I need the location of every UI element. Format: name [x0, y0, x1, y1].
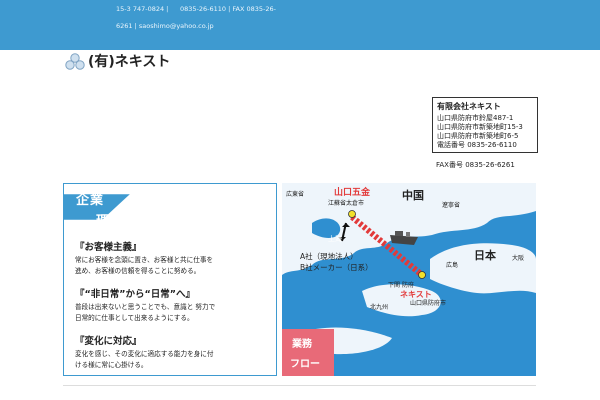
map-pin-icon [418, 271, 426, 279]
principle-heading-2: 『“非日常”から“日常”へ』 [75, 289, 195, 300]
contact-address: 15-3 747-0824 | [116, 5, 169, 13]
fax-number: FAX番号 0835-26-6261 [436, 161, 515, 169]
map-pin-icon [348, 210, 356, 218]
flow-label-1: 業務 [291, 337, 313, 350]
circles-logo-icon[interactable] [64, 53, 86, 75]
label-shanghai: 上海 [328, 234, 342, 243]
company-name: 有限会社ネキスト [437, 102, 501, 111]
principle-body-1a: 常にお客様を念頭に置き、お客様と共に仕事を [75, 256, 214, 264]
label-liaoning: 遼寧省 [442, 201, 460, 209]
label-hofu-city: 山口県防府市 [410, 299, 446, 307]
label-china: 中国 [402, 188, 424, 202]
principle-heading-3: 『変化に対応』 [75, 336, 142, 347]
contact-phone: 0835-26-6110 | FAX 0835-26- [180, 5, 276, 13]
label-japan: 日本 [474, 248, 496, 262]
philosophy-title-2: 理念 [96, 214, 125, 229]
label-kitakyushu: 北九州 [370, 303, 388, 311]
site-title[interactable]: (有)ネキスト [88, 51, 170, 71]
label-guangdong: 広東省 [286, 190, 304, 198]
corporate-philosophy-panel: 企業 理念 『お客様主義』 常にお客様を念頭に置き、お客様と共に仕事を 進め、お… [63, 183, 277, 376]
business-flow-map: 山口五金 江蘇省太倉市 中国 広東省 上海 遼寧省 日本 大阪 広島 下関 防府… [282, 183, 536, 376]
principle-body-3b: ける様に常に心掛ける。 [75, 361, 148, 369]
label-hiroshima: 広島 [446, 261, 458, 269]
section-divider [63, 385, 536, 386]
principle-body-1b: 進め、お客様の信頼を得ることに努める。 [75, 267, 201, 275]
company-address-box: 有限会社ネキスト 山口県防府市鈴屋487-1 山口県防府市新築地町15-3 山口… [432, 97, 538, 153]
phone-number: 電話番号 0835-26-6110 [437, 141, 517, 149]
label-hofu: 防府 [402, 281, 414, 289]
principle-body-2a: 普段は出来ないと思うことでも、意識と 努力で [75, 303, 216, 311]
philosophy-title-1: 企業 [76, 193, 105, 208]
flow-label-2: フロー [290, 358, 320, 370]
principle-heading-1: 『お客様主義』 [75, 242, 142, 253]
label-nekisuto: ネキスト [400, 289, 432, 299]
label-company-a: A社（現地法人） [300, 251, 358, 261]
top-contact-bar: 15-3 747-0824 | 0835-26-6110 | FAX 0835-… [0, 0, 600, 50]
label-company-b: B社メーカー（日系） [300, 262, 373, 272]
label-jiangsu: 江蘇省太倉市 [328, 199, 364, 207]
label-yamaguchi-gokin: 山口五金 [334, 186, 371, 198]
principle-body-2b: 日常的に仕事として出来るようにする。 [75, 314, 194, 322]
label-shimonoseki: 下関 [388, 282, 400, 289]
label-osaka: 大阪 [512, 254, 524, 262]
principle-body-3a: 変化を感じ、その変化に適応する能力を身に付 [75, 350, 214, 358]
contact-email[interactable]: 6261 | saoshimo@yahoo.co.jp [116, 22, 214, 30]
